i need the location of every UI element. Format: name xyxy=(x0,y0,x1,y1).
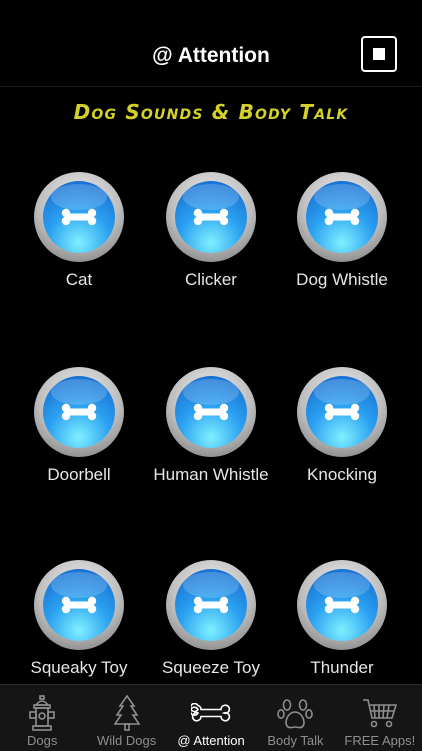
sound-cell-squeeze-toy[interactable]: Squeeze Toy xyxy=(141,560,281,690)
sound-button[interactable] xyxy=(297,367,387,457)
stop-button[interactable] xyxy=(361,36,397,72)
section-banner: Dog Sounds & Body Talk xyxy=(73,100,349,124)
sound-cell-human-whistle[interactable]: Human Whistle xyxy=(141,367,281,497)
tab-attention[interactable]: @ Attention xyxy=(169,685,253,751)
sound-button[interactable] xyxy=(34,367,124,457)
sound-label: Squeaky Toy xyxy=(30,658,128,677)
tab-dogs[interactable]: Dogs xyxy=(0,685,84,751)
pine-tree-icon xyxy=(113,694,141,731)
paw-print-icon xyxy=(277,699,314,729)
shopping-cart-icon xyxy=(362,699,397,728)
sound-button[interactable] xyxy=(34,172,124,262)
sound-button[interactable] xyxy=(166,367,256,457)
tab-free-apps[interactable]: FREE Apps! xyxy=(338,685,422,751)
header-bar: @ Attention xyxy=(0,0,422,87)
sound-cell-squeaky-toy[interactable]: Squeaky Toy xyxy=(9,560,149,690)
sound-label: Doorbell xyxy=(47,465,111,484)
bone-icon xyxy=(61,403,97,421)
sound-button[interactable] xyxy=(166,560,256,650)
fire-hydrant-icon xyxy=(29,695,56,731)
sound-button[interactable] xyxy=(166,172,256,262)
tab-bar: Dogs Wild Dogs @ Attention Body Talk FRE… xyxy=(0,684,422,751)
tab-wild-dogs[interactable]: Wild Dogs xyxy=(84,685,168,751)
sound-label: Squeeze Toy xyxy=(162,658,260,677)
sound-cell-thunder[interactable]: Thunder xyxy=(272,560,412,690)
sound-cell-cat[interactable]: Cat xyxy=(9,172,149,302)
tab-label: Body Talk xyxy=(267,733,324,748)
page-title: @ Attention xyxy=(152,44,270,67)
sound-cell-dog-whistle[interactable]: Dog Whistle xyxy=(272,172,412,302)
bone-icon xyxy=(61,208,97,226)
sound-label: Cat xyxy=(65,270,93,289)
bone-icon xyxy=(324,403,360,421)
sound-button[interactable] xyxy=(297,172,387,262)
sound-cell-knocking[interactable]: Knocking xyxy=(272,367,412,497)
sound-button[interactable] xyxy=(297,560,387,650)
tab-label: Dogs xyxy=(27,733,58,748)
tab-label: @ Attention xyxy=(177,733,245,748)
bone-icon xyxy=(193,208,229,226)
bone-icon xyxy=(193,403,229,421)
bone-icon xyxy=(61,596,97,614)
bone-icon xyxy=(191,703,231,722)
sound-label: Clicker xyxy=(185,270,237,289)
sound-label: Knocking xyxy=(307,465,377,484)
sound-button[interactable] xyxy=(34,560,124,650)
tab-label: FREE Apps! xyxy=(344,733,416,748)
sound-label: Dog Whistle xyxy=(296,270,388,289)
tab-body-talk[interactable]: Body Talk xyxy=(253,685,337,751)
bone-icon xyxy=(193,596,229,614)
sound-label: Thunder xyxy=(310,658,374,677)
tab-label: Wild Dogs xyxy=(96,733,157,748)
sound-cell-clicker[interactable]: Clicker xyxy=(141,172,281,302)
bone-icon xyxy=(324,208,360,226)
bone-icon xyxy=(324,596,360,614)
sound-cell-doorbell[interactable]: Doorbell xyxy=(9,367,149,497)
stop-icon xyxy=(373,48,385,60)
sound-label: Human Whistle xyxy=(153,465,269,484)
